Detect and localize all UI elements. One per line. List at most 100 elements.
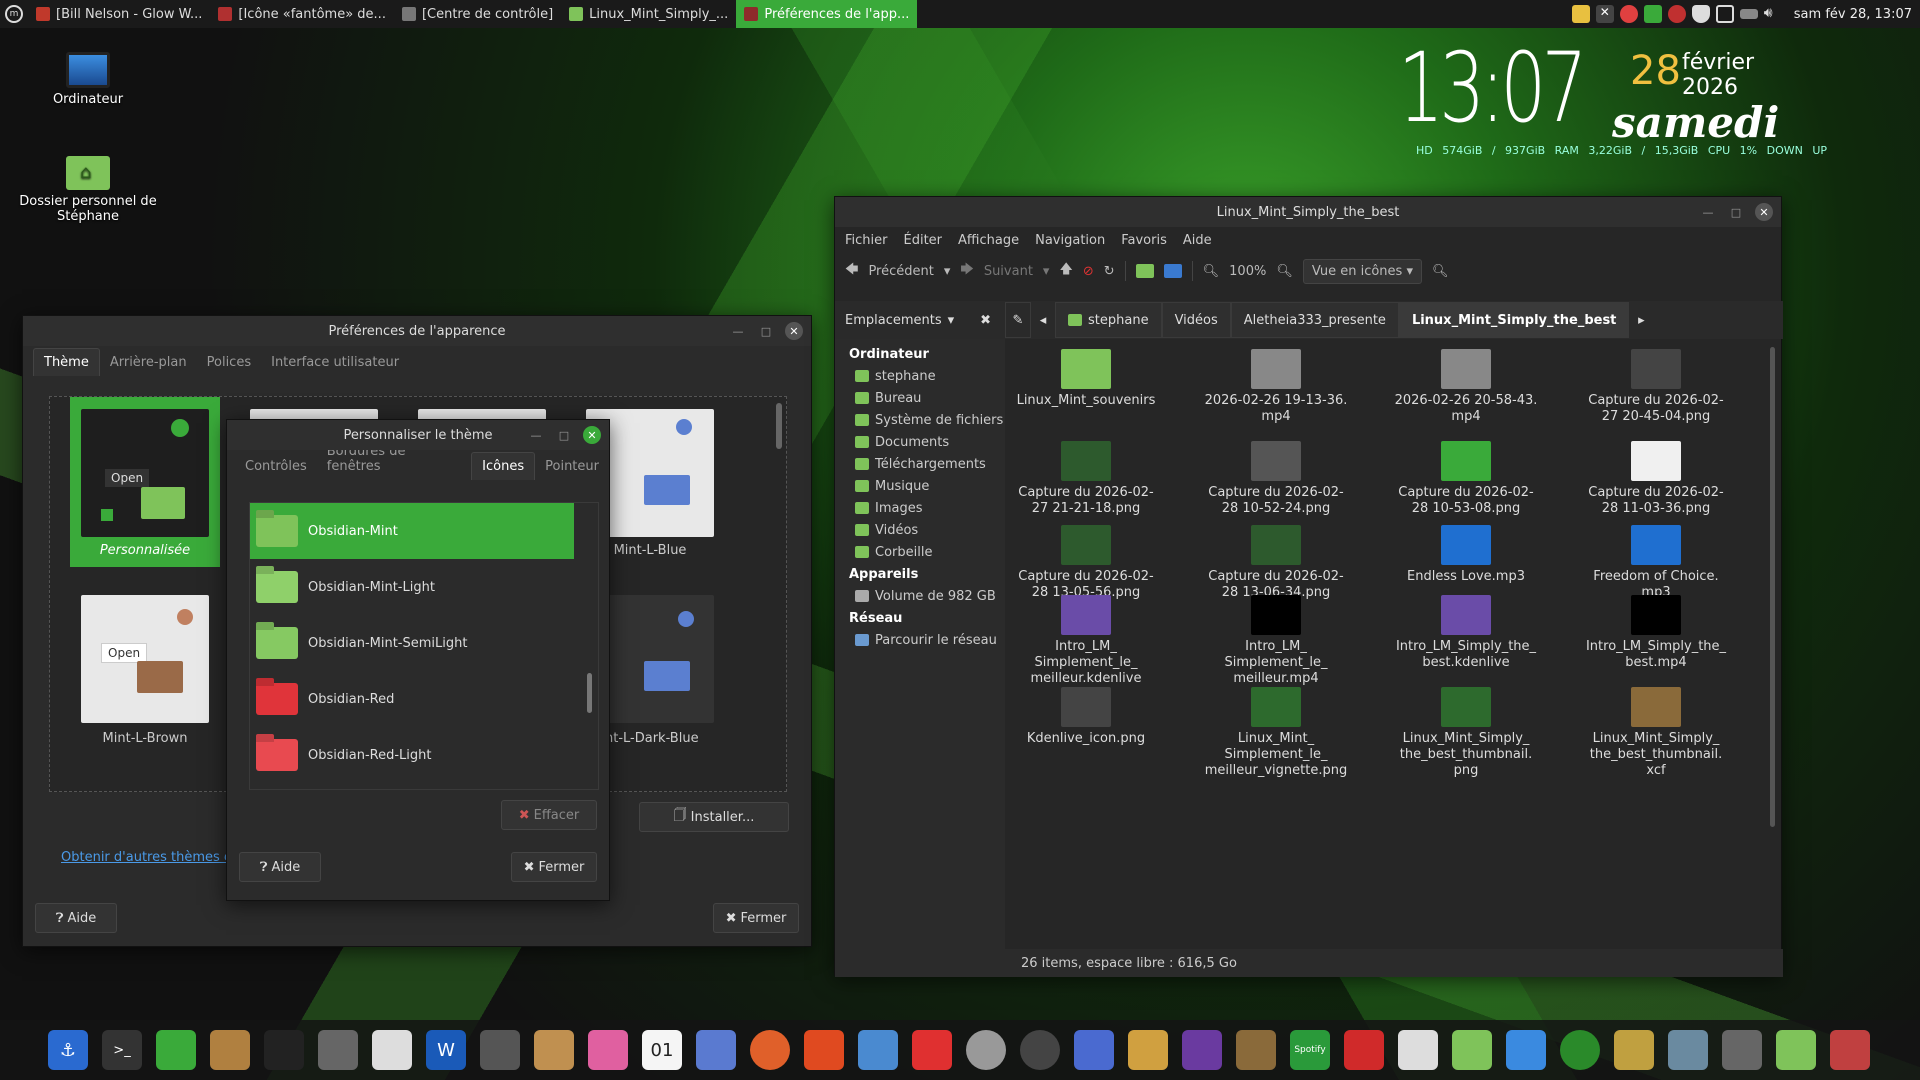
spotify-icon[interactable]: Spotify xyxy=(1290,1030,1330,1070)
writer-icon[interactable]: W xyxy=(426,1030,466,1070)
maximize-icon[interactable]: □ xyxy=(757,322,775,340)
edit-path-icon[interactable]: ✎ xyxy=(1005,302,1031,338)
webcam-icon[interactable] xyxy=(966,1030,1006,1070)
notifications-icon[interactable] xyxy=(1715,5,1734,23)
file-manager-titlebar[interactable]: Linux_Mint_Simply_the_best — □ ✕ xyxy=(835,197,1781,227)
brave-icon[interactable] xyxy=(804,1030,844,1070)
anchor-icon[interactable]: ⚓︎ xyxy=(48,1030,88,1070)
menu-item[interactable]: Aide xyxy=(1183,233,1212,248)
forward-icon[interactable]: 🡆 xyxy=(960,260,973,282)
recycle-icon[interactable] xyxy=(1668,1030,1708,1070)
calculator-icon[interactable] xyxy=(318,1030,358,1070)
file-item[interactable]: Linux_Mint_Simply_ the_best_thumbnail. p… xyxy=(1391,687,1541,779)
menu-item[interactable]: Navigation xyxy=(1035,233,1105,248)
audio-icon[interactable] xyxy=(1182,1030,1222,1070)
draw-icon[interactable] xyxy=(588,1030,628,1070)
maximize-icon[interactable]: □ xyxy=(1727,203,1745,221)
strawberry-tray-icon[interactable] xyxy=(1667,5,1686,23)
minimize-icon[interactable]: — xyxy=(729,322,747,340)
theme-preview-mint-l-brown[interactable]: Open xyxy=(81,595,209,723)
home-folder-icon[interactable] xyxy=(1452,1030,1492,1070)
icon-theme-item[interactable]: Obsidian-Red-Light xyxy=(250,727,574,783)
sidebar-item[interactable]: Images xyxy=(835,497,1005,519)
menu-item[interactable]: Éditer xyxy=(904,233,943,248)
stop-icon[interactable]: ⊘ xyxy=(1083,264,1094,279)
terminal-icon[interactable]: >_ xyxy=(102,1030,142,1070)
tab-controls[interactable]: Contrôles xyxy=(235,453,317,480)
tab-pointer[interactable]: Pointeur xyxy=(535,453,609,480)
menu-item[interactable]: Favoris xyxy=(1121,233,1167,248)
desktop-icon-home[interactable]: ⌂ Dossier personnel de Stéphane xyxy=(18,156,158,224)
breadcrumb-item[interactable]: Aletheia333_presente xyxy=(1230,302,1399,338)
back-icon[interactable]: 🡄 xyxy=(845,260,858,282)
file-item[interactable]: Freedom of Choice. mp3 xyxy=(1581,525,1731,601)
rhythmbox-icon[interactable] xyxy=(1614,1030,1654,1070)
top-clock[interactable]: sam fév 28, 13:07 xyxy=(1794,7,1912,22)
window-icon[interactable] xyxy=(1506,1030,1546,1070)
sidebar-item[interactable]: Volume de 982 GB xyxy=(835,585,1005,607)
zoom-in-icon[interactable]: 🔍︎ xyxy=(1276,264,1293,279)
sidebar-item[interactable]: Corbeille xyxy=(835,541,1005,563)
file-item[interactable]: Capture du 2026-02- 28 11-03-36.png xyxy=(1581,441,1731,517)
breadcrumb-item[interactable]: Linux_Mint_Simply_the_best xyxy=(1398,302,1630,338)
forward-dropdown-icon[interactable]: ▾ xyxy=(1043,264,1050,279)
file-item[interactable]: Kdenlive_icon.png xyxy=(1011,687,1161,747)
tab-ui[interactable]: Interface utilisateur xyxy=(261,349,409,376)
sidebar-item[interactable]: Documents xyxy=(835,431,1005,453)
tab-fonts[interactable]: Polices xyxy=(197,349,261,376)
speaker-icon[interactable] xyxy=(1236,1030,1276,1070)
menu-item[interactable]: Affichage xyxy=(958,233,1019,248)
breadcrumb-item[interactable]: Vidéos xyxy=(1161,302,1231,338)
install-button[interactable]: 🗍︎ Installer... xyxy=(639,802,789,832)
breadcrumb-item[interactable]: stephane xyxy=(1055,302,1162,338)
places-select[interactable]: Emplacements ▾ ✖ xyxy=(835,313,1005,328)
file-item[interactable]: Capture du 2026-02- 28 10-53-08.png xyxy=(1391,441,1541,517)
sidebar-item[interactable]: Vidéos xyxy=(835,519,1005,541)
camera-icon[interactable] xyxy=(264,1030,304,1070)
icon-theme-item[interactable]: Obsidian-Mint-SemiLight xyxy=(250,615,574,671)
task-button[interactable]: Préférences de l'app... xyxy=(736,0,918,28)
home-folder-icon[interactable] xyxy=(1135,264,1154,278)
battery-icon[interactable] xyxy=(1739,9,1758,19)
archive-icon[interactable] xyxy=(210,1030,250,1070)
close-icon[interactable]: ✕ xyxy=(1755,203,1773,221)
home-icon[interactable] xyxy=(1776,1030,1816,1070)
cards-icon[interactable] xyxy=(1398,1030,1438,1070)
minimize-icon[interactable]: — xyxy=(1699,203,1717,221)
crumb-right-icon[interactable]: ▸ xyxy=(1629,313,1653,328)
zoom-out-icon[interactable]: 🔍︎ xyxy=(1203,264,1220,279)
vivaldi-icon[interactable] xyxy=(912,1030,952,1070)
sidebar-item[interactable]: Parcourir le réseau xyxy=(835,629,1005,651)
close-button[interactable]: ✖ Fermer xyxy=(511,852,597,882)
minimize-icon[interactable]: — xyxy=(527,426,545,444)
text-editor-icon[interactable] xyxy=(372,1030,412,1070)
strawberry-icon[interactable] xyxy=(1344,1030,1384,1070)
task-button[interactable]: [Bill Nelson - Glow W... xyxy=(28,0,210,28)
task-button[interactable]: [Icône «fantôme» de... xyxy=(210,0,394,28)
tab-background[interactable]: Arrière-plan xyxy=(100,349,197,376)
file-item[interactable]: 2026-02-26 20-58-43. mp4 xyxy=(1391,349,1541,425)
maximize-icon[interactable]: □ xyxy=(555,426,573,444)
shield-icon[interactable] xyxy=(1691,5,1710,23)
icon-theme-item[interactable]: Obsidian-Mint xyxy=(250,503,574,559)
obs-icon[interactable] xyxy=(1020,1030,1060,1070)
menu-button[interactable]: m xyxy=(0,0,28,28)
monitor-icon[interactable] xyxy=(1643,5,1662,23)
x-icon[interactable]: ✕ xyxy=(1595,5,1614,23)
mintinstall-icon[interactable] xyxy=(156,1030,196,1070)
scrollbar[interactable] xyxy=(1770,347,1775,827)
blocked-icon[interactable] xyxy=(1619,5,1638,23)
file-item[interactable]: Intro_LM_ Simplement_le_ meilleur.kdenli… xyxy=(1011,595,1161,687)
scrollbar[interactable] xyxy=(776,403,782,449)
back-dropdown-icon[interactable]: ▾ xyxy=(944,264,951,279)
close-icon[interactable]: ✕ xyxy=(583,426,601,444)
clapper-icon[interactable] xyxy=(1128,1030,1168,1070)
scrollbar[interactable] xyxy=(587,673,592,713)
file-item[interactable]: 2026-02-26 19-13-36. mp4 xyxy=(1201,349,1351,425)
up-icon[interactable]: 🡅 xyxy=(1059,260,1072,282)
feather-icon[interactable] xyxy=(858,1030,898,1070)
forward-button[interactable]: Suivant xyxy=(984,264,1033,279)
file-item[interactable]: Intro_LM_Simply_the_ best.mp4 xyxy=(1581,595,1731,671)
file-item[interactable]: Capture du 2026-02- 28 13-06-34.png xyxy=(1201,525,1351,601)
close-icon[interactable]: ✕ xyxy=(785,322,803,340)
